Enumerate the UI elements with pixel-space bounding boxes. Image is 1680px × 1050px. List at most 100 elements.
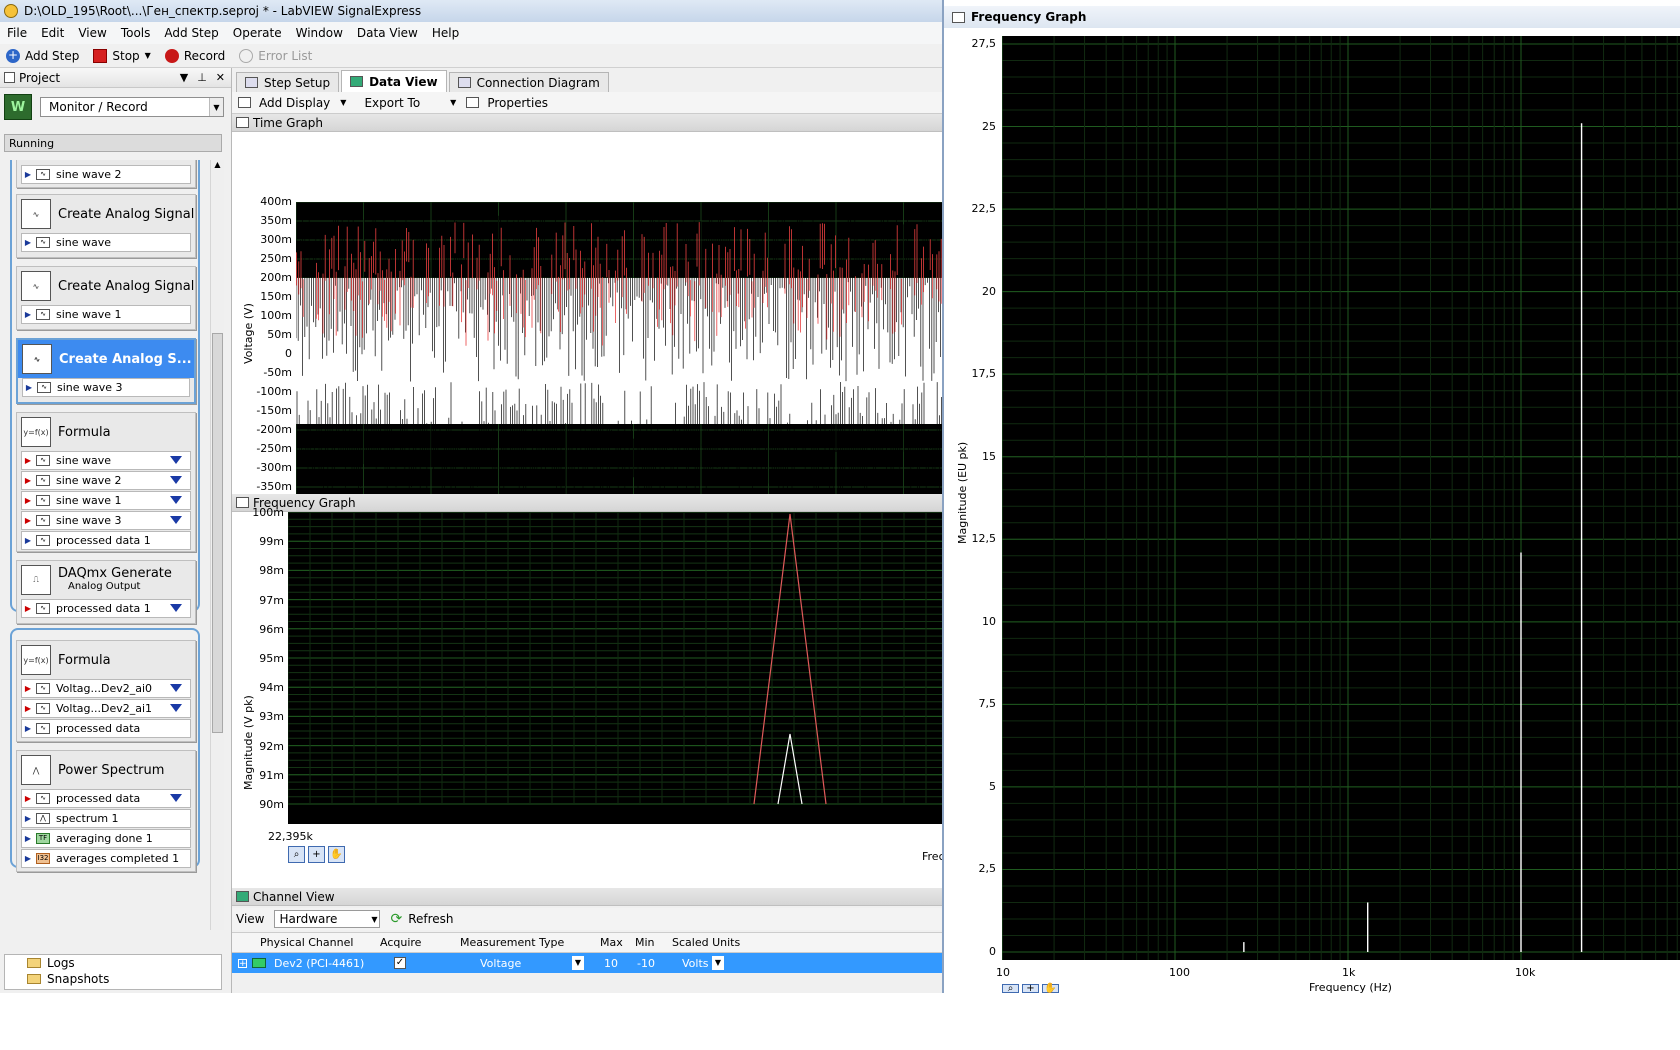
tab-step-setup[interactable]: Step Setup	[236, 72, 340, 92]
step-input[interactable]: ▶ ∿ sine wave 1	[21, 491, 191, 510]
input-dropdown-icon[interactable]	[170, 604, 182, 612]
step-output[interactable]: ▶ ∿ sine wave 1	[21, 305, 191, 324]
step-output[interactable]: ▶ ∿ processed data 1	[21, 531, 191, 550]
freq-graph-plot[interactable]	[288, 512, 942, 824]
scroll-up-icon[interactable]: ▲	[211, 160, 224, 169]
input-dropdown-icon[interactable]	[170, 476, 182, 484]
step-list-scrollbar[interactable]: ▲	[210, 160, 224, 930]
cell-max[interactable]: 10	[604, 957, 618, 970]
add-display-dropdown-icon[interactable]: ▼	[340, 98, 346, 107]
step-output[interactable]: ▶ ∿ sine wave 3	[22, 378, 190, 397]
step-output[interactable]: ▶ ∿ sine wave	[21, 233, 191, 252]
export-dropdown-icon[interactable]: ▼	[450, 98, 456, 107]
add-display-button[interactable]: Add Display	[259, 96, 330, 110]
view-select[interactable]: Hardware ▼	[274, 910, 381, 928]
col-measurement-type[interactable]: Measurement Type	[460, 936, 564, 949]
menu-add-step[interactable]: Add Step	[157, 26, 225, 40]
step-input[interactable]: ▶ ∿ sine wave 3	[21, 511, 191, 530]
step-daqmx-generate[interactable]: ⎍ DAQmx Generate Analog Output ▶ ∿ process…	[16, 560, 196, 624]
record-button[interactable]: Record	[164, 48, 225, 63]
menu-window[interactable]: Window	[289, 26, 350, 40]
col-physical-channel[interactable]: Physical Channel	[260, 936, 353, 949]
refresh-icon[interactable]: ⟳	[390, 911, 402, 927]
units-dropdown-icon[interactable]: ▼	[712, 956, 724, 970]
step-output[interactable]: ▶ I32 averages completed 1	[21, 849, 191, 868]
cell-min[interactable]: -10	[637, 957, 655, 970]
expand-icon[interactable]: +	[238, 958, 247, 968]
menu-data-view[interactable]: Data View	[350, 26, 425, 40]
tree-item-logs[interactable]: Logs	[5, 955, 221, 971]
cell-scaled-units[interactable]: Volts	[682, 957, 709, 970]
step-input[interactable]: ▶ ∿ processed data 1	[21, 599, 191, 618]
close-pane-icon[interactable]: ✕	[216, 71, 225, 84]
cursor-crosshair-icon[interactable]: +	[1022, 983, 1039, 993]
col-acquire[interactable]: Acquire	[380, 936, 421, 949]
spectrum-icon: ⋀	[21, 755, 51, 785]
pin-icon[interactable]: ⊥	[197, 71, 207, 84]
table-row[interactable]: + Dev2 (PCI-4461) ✓ Voltage ▼ 10 -10 Vol…	[232, 953, 942, 973]
channel-table-header: Physical Channel Acquire Measurement Typ…	[232, 933, 942, 953]
add-step-button[interactable]: + Add Step	[6, 48, 79, 63]
step-input[interactable]: ▶ ∿ Voltag...Dev2_ai1	[21, 699, 191, 718]
mode-select[interactable]: Monitor / Record ▼	[40, 97, 224, 117]
tree-item-snapshots[interactable]: Snapshots	[5, 971, 221, 987]
tab-data-view[interactable]: Data View	[341, 70, 447, 92]
chevron-down-icon[interactable]: ▼	[209, 98, 223, 116]
input-dropdown-icon[interactable]	[170, 794, 182, 802]
cursor-crosshair-icon[interactable]: +	[308, 846, 325, 863]
step-input[interactable]: ▶ ∿ processed data	[21, 789, 191, 808]
scroll-thumb[interactable]	[212, 333, 223, 733]
step-input[interactable]: ▶ ∿ sine wave	[21, 451, 191, 470]
pane-menu-icon[interactable]: ▼	[180, 71, 188, 84]
step-output[interactable]: ▶ ∿ sine wave 2	[21, 165, 191, 184]
menu-edit[interactable]: Edit	[34, 26, 71, 40]
stop-dropdown-icon[interactable]: ▼	[145, 51, 151, 60]
step-create-analog-signal-2[interactable]: ∿ Create Analog Signal ▶ ∿ sine wave 1	[16, 266, 196, 330]
input-dropdown-icon[interactable]	[170, 704, 182, 712]
step-power-spectrum[interactable]: ⋀ Power Spectrum ▶ ∿ processed data ▶ ⋀ spect…	[16, 750, 196, 872]
type-dropdown-icon[interactable]: ▼	[572, 956, 584, 970]
step-title: Create Analog S...	[59, 351, 192, 367]
input-dropdown-icon[interactable]	[170, 516, 182, 524]
export-to-button[interactable]: Export To	[364, 96, 420, 110]
freq-window-titlebar[interactable]: Frequency Graph	[944, 6, 1680, 28]
cell-measurement-type[interactable]: Voltage	[480, 957, 521, 970]
step-output[interactable]: ▶ TF averaging done 1	[21, 829, 191, 848]
step-formula-1[interactable]: y=f(x) Formula ▶ ∿ sine wave ▶ ∿ sine wave 2 …	[16, 412, 196, 552]
step-input[interactable]: ▶ ∿ sine wave 2	[21, 471, 191, 490]
col-scaled-units[interactable]: Scaled Units	[672, 936, 740, 949]
col-max[interactable]: Max	[600, 936, 623, 949]
step-formula-2[interactable]: y=f(x) Formula ▶ ∿ Voltag...Dev2_ai0 ▶ ∿ Volt…	[16, 640, 196, 742]
input-dropdown-icon[interactable]	[170, 456, 182, 464]
io-label: processed data	[56, 722, 141, 735]
acquire-checkbox[interactable]: ✓	[394, 957, 406, 969]
pan-hand-icon[interactable]: ✋	[1042, 983, 1059, 993]
tab-connection-diagram[interactable]: Connection Diagram	[448, 72, 609, 92]
step-create-analog-signal-1[interactable]: ∿ Create Analog Signal ▶ ∿ sine wave	[16, 194, 196, 258]
input-dropdown-icon[interactable]	[170, 496, 182, 504]
menu-tools[interactable]: Tools	[114, 26, 158, 40]
zoom-icon[interactable]: ⌕	[288, 846, 305, 863]
menu-help[interactable]: Help	[425, 26, 466, 40]
menu-view[interactable]: View	[71, 26, 113, 40]
step-output[interactable]: ▶ ⋀ spectrum 1	[21, 809, 191, 828]
title-bar[interactable]: D:\OLD_195\Root\...\Ген_спектр.seproj * …	[0, 0, 942, 22]
step-input[interactable]: ▶ ∿ Voltag...Dev2_ai0	[21, 679, 191, 698]
col-min[interactable]: Min	[635, 936, 655, 949]
refresh-button[interactable]: Refresh	[408, 912, 453, 926]
freq-window-plot[interactable]	[1002, 36, 1680, 960]
menu-file[interactable]: File	[0, 26, 34, 40]
menu-operate[interactable]: Operate	[226, 26, 289, 40]
properties-button[interactable]: Properties	[487, 96, 548, 110]
time-graph-plot[interactable]	[296, 202, 942, 506]
freq-graph-ytick: 93m	[259, 710, 284, 724]
chevron-down-icon[interactable]: ▼	[371, 915, 377, 924]
step-output[interactable]: ▶ ∿ processed data	[21, 719, 191, 738]
stop-button[interactable]: Stop ▼	[93, 48, 151, 63]
error-list-button[interactable]: Error List	[239, 48, 312, 63]
step-create-signal-0[interactable]: ▶ ∿ sine wave 2	[16, 160, 196, 188]
input-dropdown-icon[interactable]	[170, 684, 182, 692]
zoom-icon[interactable]: ⌕	[1002, 983, 1019, 993]
step-create-analog-signal-3[interactable]: ∿ Create Analog S... ▶ ∿ sine wave 3	[16, 338, 196, 404]
pan-hand-icon[interactable]: ✋	[328, 846, 345, 863]
